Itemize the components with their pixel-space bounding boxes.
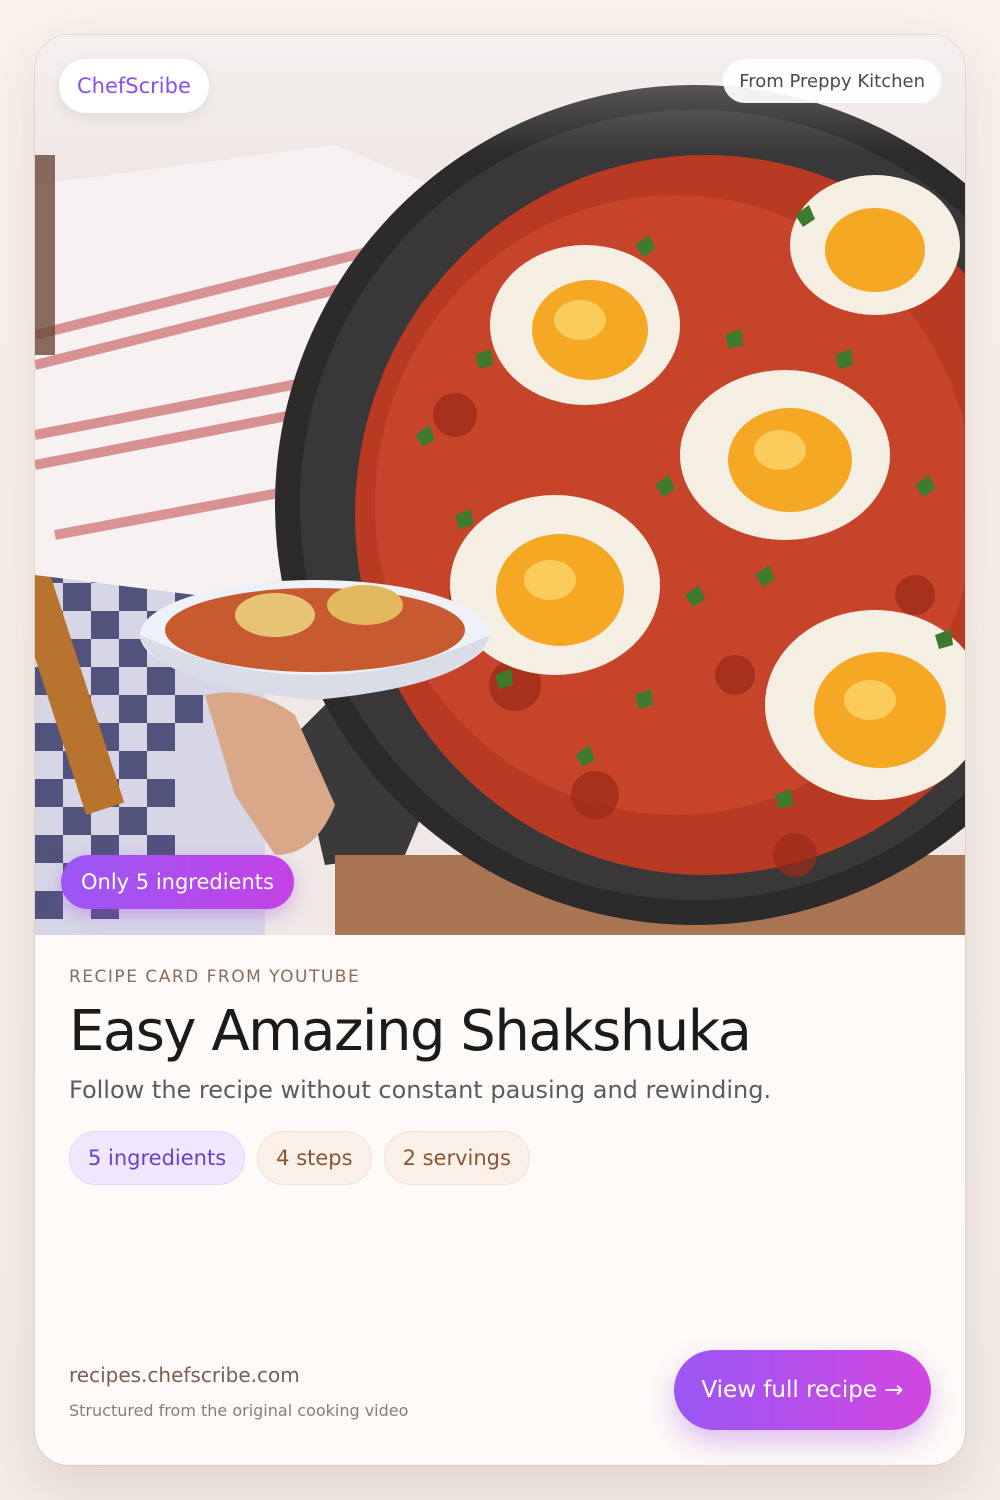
- recipe-info: RECIPE CARD FROM YOUTUBE Easy Amazing Sh…: [69, 935, 931, 1185]
- footer-tagline: Structured from the original cooking vid…: [69, 1401, 409, 1420]
- chip-steps: 4 steps: [257, 1131, 372, 1185]
- chip-ingredients: 5 ingredients: [69, 1131, 246, 1185]
- chip-servings: 2 servings: [383, 1131, 530, 1185]
- source-badge: From Preppy Kitchen: [723, 59, 941, 103]
- footer-info: recipes.chefscribe.com Structured from t…: [69, 1363, 408, 1420]
- eyebrow-label: RECIPE CARD FROM YOUTUBE: [69, 967, 361, 987]
- hero-image: ChefScribe From Preppy Kitchen Only 5 in…: [35, 35, 965, 935]
- ingredient-badge-label: Only 5 ingredients: [81, 870, 274, 894]
- recipe-subtitle: Follow the recipe without constant pausi…: [69, 1076, 772, 1104]
- recipe-title: Easy Amazing Shakshuka: [69, 999, 752, 1064]
- recipe-stats: 5 ingredients 4 steps 2 servings: [69, 1131, 931, 1185]
- brand-logo[interactable]: ChefScribe: [59, 59, 209, 113]
- source-label: From Preppy Kitchen: [739, 70, 925, 92]
- brand-name: ChefScribe: [77, 74, 191, 98]
- ingredient-count-badge: Only 5 ingredients: [61, 855, 294, 909]
- view-recipe-button[interactable]: View full recipe →: [674, 1350, 931, 1430]
- recipe-card: ChefScribe From Preppy Kitchen Only 5 in…: [35, 35, 965, 1465]
- site-domain: recipes.chefscribe.com: [69, 1363, 300, 1387]
- shakshuka-photo: [35, 35, 965, 935]
